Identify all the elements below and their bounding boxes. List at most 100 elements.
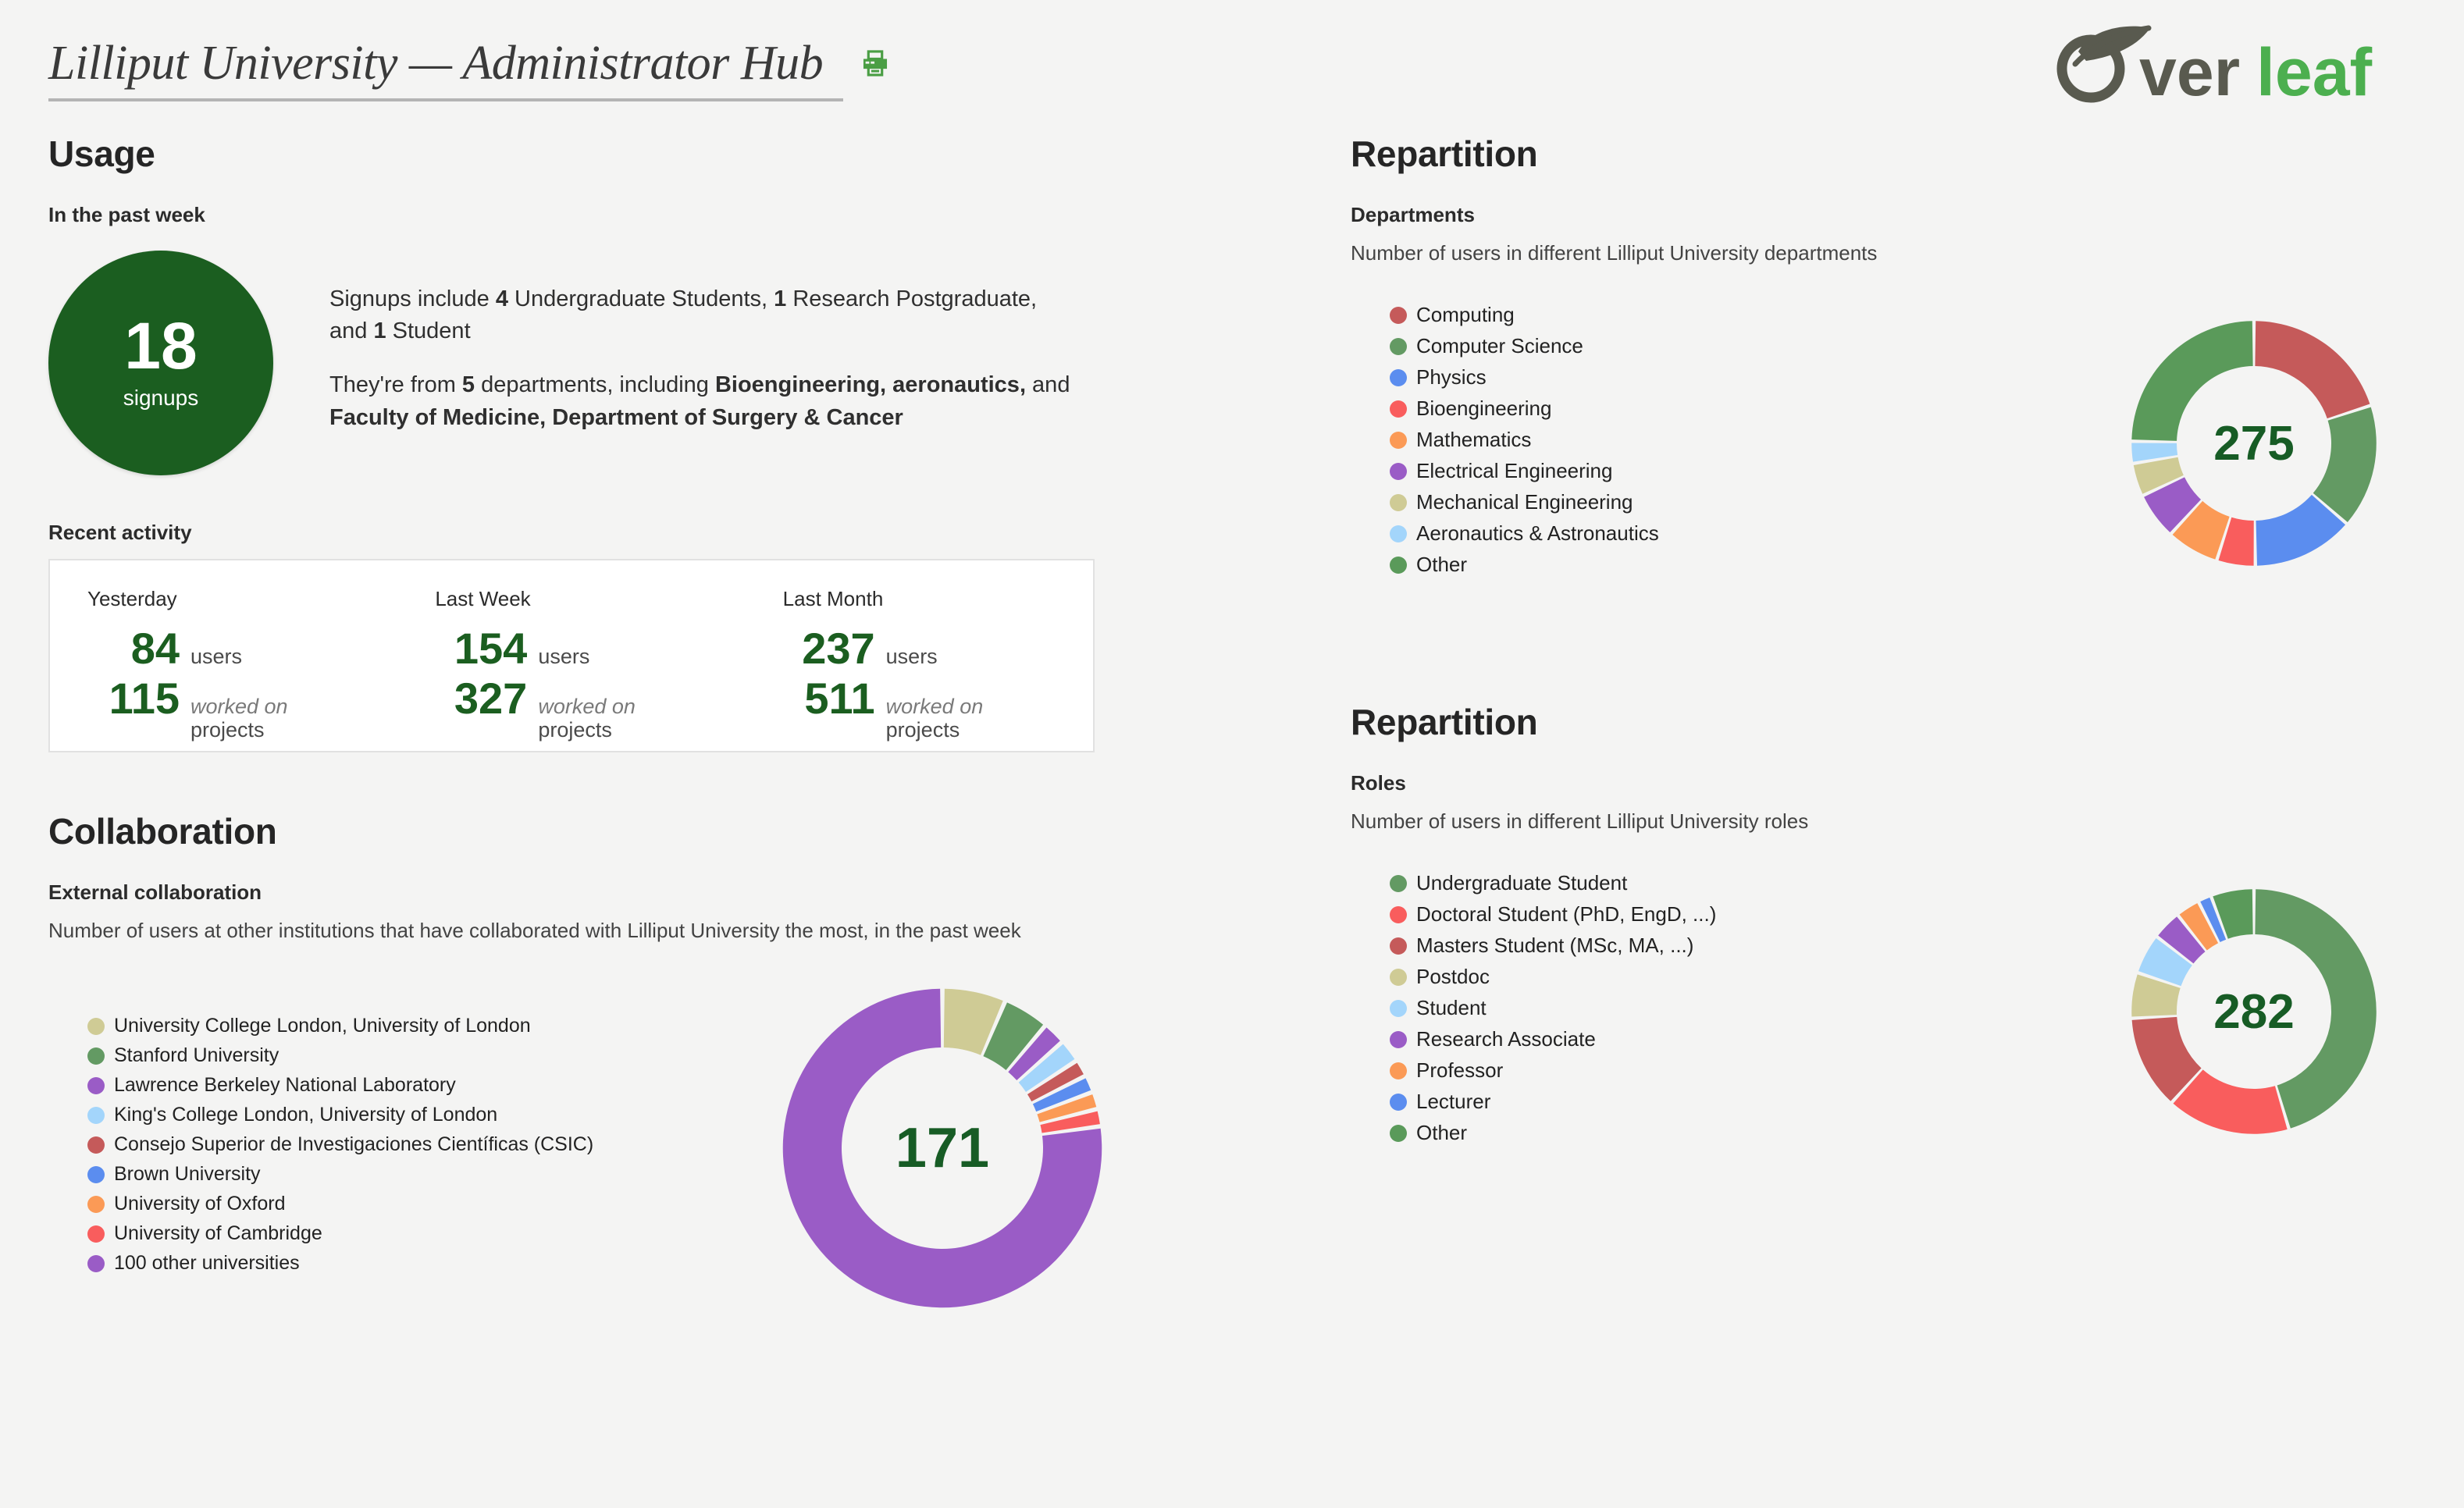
legend-item[interactable]: Research Associate bbox=[1390, 1027, 1716, 1051]
departments-section: Repartition Departments Number of users … bbox=[1351, 133, 2420, 584]
activity-projects: 327 worked on projects bbox=[435, 674, 745, 742]
departments-donut[interactable]: 275 bbox=[2125, 315, 2383, 572]
departments-legend: Computing Computer Science Physics Bioengin… bbox=[1351, 303, 1659, 584]
legend-item[interactable]: Masters Student (MSc, MA, ...) bbox=[1390, 934, 1716, 958]
roles-section: Repartition Roles Number of users in dif… bbox=[1351, 701, 2420, 1152]
activity-column: Last Week 154 users 327 worked on projects bbox=[397, 587, 745, 751]
collaboration-section: Collaboration External collaboration Num… bbox=[48, 810, 1157, 1316]
legend-color-swatch-icon bbox=[1390, 368, 1407, 386]
activity-projects-count: 511 bbox=[804, 674, 875, 724]
legend-color-swatch-icon bbox=[1390, 905, 1407, 923]
roles-donut[interactable]: 282 bbox=[2125, 883, 2383, 1140]
legend-item-label: Electrical Engineering bbox=[1416, 459, 1613, 482]
legend-item[interactable]: Stanford University bbox=[87, 1044, 593, 1067]
roles-sub-desc: Number of users in different Lilliput Un… bbox=[1351, 809, 1809, 833]
legend-item-label: Lawrence Berkeley National Laboratory bbox=[114, 1074, 456, 1096]
legend-item-label: Consejo Superior de Investigaciones Cien… bbox=[114, 1133, 594, 1155]
activity-users: 154 users bbox=[435, 624, 745, 674]
legend-item-label: University of Cambridge bbox=[114, 1222, 322, 1244]
logo-text-dark: ver bbox=[2139, 35, 2240, 106]
left-column: Usage In the past week 18 signups Signup… bbox=[48, 133, 1157, 1316]
legend-item[interactable]: Other bbox=[1390, 553, 1659, 577]
legend-item[interactable]: Aeronautics & Astronautics bbox=[1390, 521, 1659, 546]
signups-label: signups bbox=[123, 385, 199, 410]
activity-projects-unit: worked on projects bbox=[538, 695, 636, 742]
legend-item[interactable]: Electrical Engineering bbox=[1390, 459, 1659, 483]
legend-color-swatch-icon bbox=[1390, 306, 1407, 324]
overleaf-logo[interactable]: ver leaf bbox=[2052, 20, 2419, 110]
legend-item-label: Other bbox=[1416, 1121, 1468, 1144]
legend-item[interactable]: Consejo Superior de Investigaciones Cien… bbox=[87, 1133, 593, 1156]
activity-users-unit: users bbox=[538, 645, 590, 668]
legend-item[interactable]: Mathematics bbox=[1390, 428, 1659, 452]
collaboration-chart-block: University College London, University of… bbox=[48, 980, 1157, 1316]
legend-item[interactable]: Bioengineering bbox=[1390, 397, 1659, 421]
legend-color-swatch-icon bbox=[87, 1106, 105, 1124]
legend-item[interactable]: University of Oxford bbox=[87, 1193, 593, 1215]
legend-color-swatch-icon bbox=[87, 1254, 105, 1272]
legend-color-swatch-icon bbox=[87, 1165, 105, 1183]
legend-item-label: Stanford University bbox=[114, 1044, 280, 1066]
legend-item[interactable]: Student bbox=[1390, 996, 1716, 1020]
legend-item[interactable]: Computing bbox=[1390, 303, 1659, 327]
legend-item[interactable]: Postdoc bbox=[1390, 965, 1716, 989]
legend-color-swatch-icon bbox=[1390, 874, 1407, 892]
legend-item[interactable]: 100 other universities bbox=[87, 1252, 593, 1275]
roles-sub-head: Roles bbox=[1351, 771, 1406, 795]
legend-color-swatch-icon bbox=[1390, 493, 1407, 511]
legend-item-label: Computing bbox=[1416, 303, 1515, 326]
legend-item-label: Masters Student (MSc, MA, ...) bbox=[1416, 934, 1694, 957]
donut-segment[interactable] bbox=[2131, 321, 2253, 441]
legend-item[interactable]: Professor bbox=[1390, 1058, 1716, 1083]
collaboration-donut[interactable]: 171 bbox=[774, 980, 1110, 1316]
legend-item-label: King's College London, University of Lon… bbox=[114, 1104, 498, 1126]
legend-color-swatch-icon bbox=[87, 1047, 105, 1065]
legend-item-label: Other bbox=[1416, 553, 1468, 576]
legend-item[interactable]: Computer Science bbox=[1390, 334, 1659, 358]
legend-item-label: Student bbox=[1416, 996, 1487, 1019]
legend-item-label: Brown University bbox=[114, 1163, 261, 1185]
legend-item[interactable]: Mechanical Engineering bbox=[1390, 490, 1659, 514]
donut-segment[interactable] bbox=[2255, 321, 2370, 419]
legend-color-swatch-icon bbox=[87, 1076, 105, 1094]
roles-legend: Undergraduate Student Doctoral Student (P… bbox=[1351, 871, 1716, 1152]
legend-color-swatch-icon bbox=[1390, 556, 1407, 574]
legend-item[interactable]: University of Cambridge bbox=[87, 1222, 593, 1245]
legend-item[interactable]: Physics bbox=[1390, 365, 1659, 389]
usage-paragraph-1: Signups include 4 Undergraduate Students… bbox=[329, 286, 1038, 344]
legend-item[interactable]: Doctoral Student (PhD, EngD, ...) bbox=[1390, 902, 1716, 926]
usage-subtitle: In the past week bbox=[48, 203, 205, 226]
departments-sub-head: Departments bbox=[1351, 203, 1475, 226]
activity-projects-count: 327 bbox=[454, 674, 528, 724]
legend-color-swatch-icon bbox=[87, 1136, 105, 1154]
activity-users-count: 237 bbox=[802, 624, 875, 673]
activity-users-unit: users bbox=[190, 645, 243, 668]
departments-chart-block: Computing Computer Science Physics Bioengin… bbox=[1351, 303, 2420, 584]
printer-icon[interactable] bbox=[860, 48, 890, 78]
usage-summary-row: 18 signups Signups include 4 Undergradua… bbox=[48, 251, 1157, 475]
legend-item[interactable]: Brown University bbox=[87, 1163, 593, 1186]
legend-item[interactable]: King's College London, University of Lon… bbox=[87, 1104, 593, 1126]
activity-projects: 511 worked on projects bbox=[783, 674, 1093, 742]
legend-item[interactable]: Lecturer bbox=[1390, 1090, 1716, 1114]
legend-color-swatch-icon bbox=[1390, 999, 1407, 1017]
legend-item[interactable]: Lawrence Berkeley National Laboratory bbox=[87, 1074, 593, 1097]
usage-section: Usage In the past week 18 signups Signup… bbox=[48, 133, 1157, 752]
legend-item-label: 100 other universities bbox=[114, 1252, 300, 1274]
activity-users: 237 users bbox=[783, 624, 1093, 674]
legend-item[interactable]: University College London, University of… bbox=[87, 1015, 593, 1037]
legend-item-label: Undergraduate Student bbox=[1416, 871, 1628, 894]
activity-period: Yesterday bbox=[87, 587, 177, 610]
legend-color-swatch-icon bbox=[1390, 525, 1407, 542]
activity-period: Last Month bbox=[782, 587, 884, 610]
usage-paragraph-2: They're from 5 departments, including Bi… bbox=[329, 372, 1070, 430]
legend-color-swatch-icon bbox=[87, 1017, 105, 1035]
legend-item-label: Professor bbox=[1416, 1058, 1504, 1082]
legend-item[interactable]: Other bbox=[1390, 1121, 1716, 1145]
legend-item[interactable]: Undergraduate Student bbox=[1390, 871, 1716, 895]
legend-item-label: University College London, University of… bbox=[114, 1015, 531, 1037]
activity-projects-unit: worked on projects bbox=[885, 695, 984, 742]
activity-column: Last Month 237 users 511 worked on projects bbox=[746, 587, 1093, 751]
legend-color-swatch-icon bbox=[1390, 937, 1407, 955]
legend-item-label: Doctoral Student (PhD, EngD, ...) bbox=[1416, 902, 1717, 926]
